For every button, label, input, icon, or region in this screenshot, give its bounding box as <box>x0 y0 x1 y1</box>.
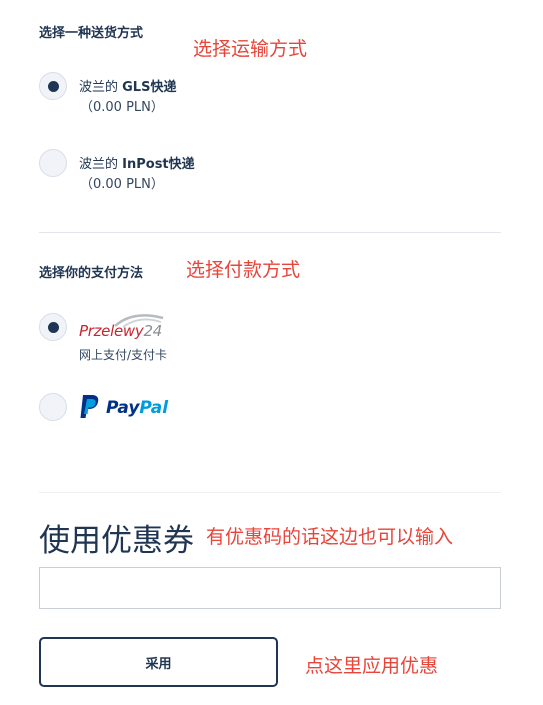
paypal-logo-icon[interactable]: PayPal <box>79 394 174 420</box>
paypal-logo-pay: Pay <box>106 398 140 418</box>
przelewy24-caption: 网上支付/支付卡 <box>79 348 168 362</box>
shipping-annotation: 选择运输方式 <box>193 38 308 60</box>
coupon-annotation: 有优惠码的话这边也可以输入 <box>206 526 454 548</box>
shipping-option-inpost-name: InPost快递 <box>122 157 195 172</box>
payment-annotation: 选择付款方式 <box>186 259 301 281</box>
apply-annotation: 点这里应用优惠 <box>305 655 439 677</box>
shipping-option-gls-prefix: 波兰的 <box>79 80 123 95</box>
shipping-radio-inpost[interactable] <box>39 149 67 177</box>
payment-radio-przelewy24[interactable] <box>39 313 67 341</box>
shipping-option-inpost-label[interactable]: 波兰的 InPost快递 <box>79 153 195 172</box>
payment-section-title: 选择你的支付方法 <box>39 266 144 281</box>
apply-coupon-button-label: 采用 <box>145 656 172 672</box>
shipping-option-gls-price: （0.00 PLN） <box>80 100 164 115</box>
paypal-p-mark <box>80 395 99 418</box>
przelewy24-logo-num: 24 <box>143 322 162 340</box>
section-divider-2 <box>39 492 501 493</box>
shipping-option-inpost-prefix: 波兰的 <box>79 157 123 172</box>
shipping-radio-gls[interactable] <box>39 72 67 100</box>
coupon-title: 使用优惠券 <box>39 523 194 559</box>
shipping-option-gls-name: GLS快递 <box>122 80 177 95</box>
paypal-logo-pal: Pal <box>139 398 169 418</box>
coupon-code-input[interactable] <box>39 567 501 609</box>
shipping-option-inpost-price: （0.00 PLN） <box>80 177 164 192</box>
apply-coupon-button[interactable]: 采用 <box>39 637 278 687</box>
shipping-section-title: 选择一种送货方式 <box>39 26 144 41</box>
payment-radio-paypal[interactable] <box>39 393 67 421</box>
shipping-option-gls-label[interactable]: 波兰的 GLS快递 <box>79 76 176 95</box>
section-divider <box>39 232 501 233</box>
przelewy24-logo-main: Przelewy <box>79 322 144 340</box>
przelewy24-logo-icon[interactable]: Przelewy24 <box>79 312 169 344</box>
